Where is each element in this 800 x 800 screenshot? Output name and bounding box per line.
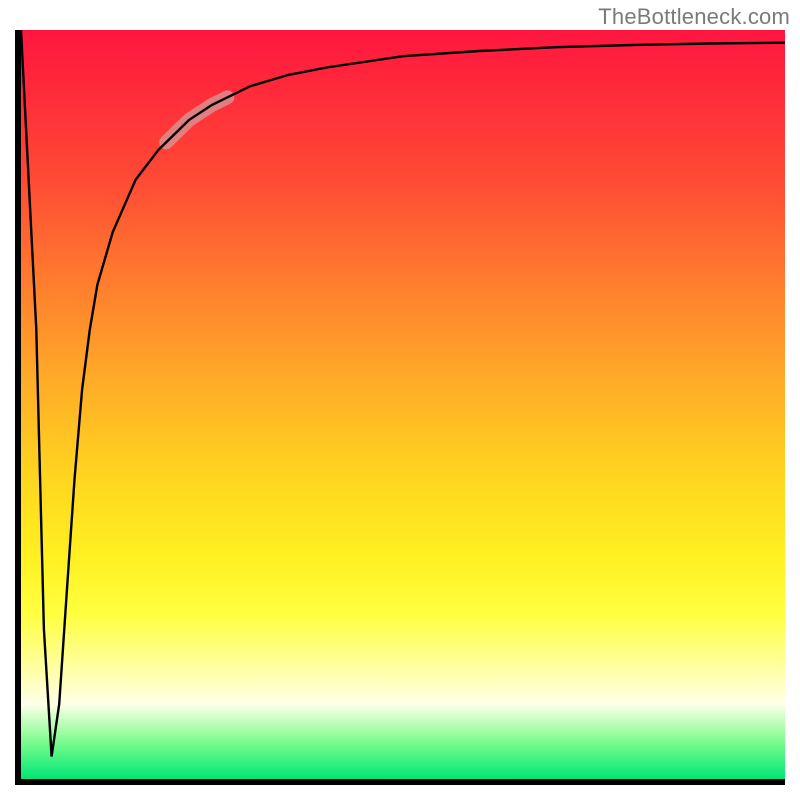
- watermark-text: TheBottleneck.com: [598, 4, 790, 30]
- chart-svg: [21, 30, 785, 779]
- chart-plot-area: [15, 30, 785, 785]
- curve-highlight-segment: [166, 97, 227, 142]
- bottleneck-curve: [21, 30, 785, 757]
